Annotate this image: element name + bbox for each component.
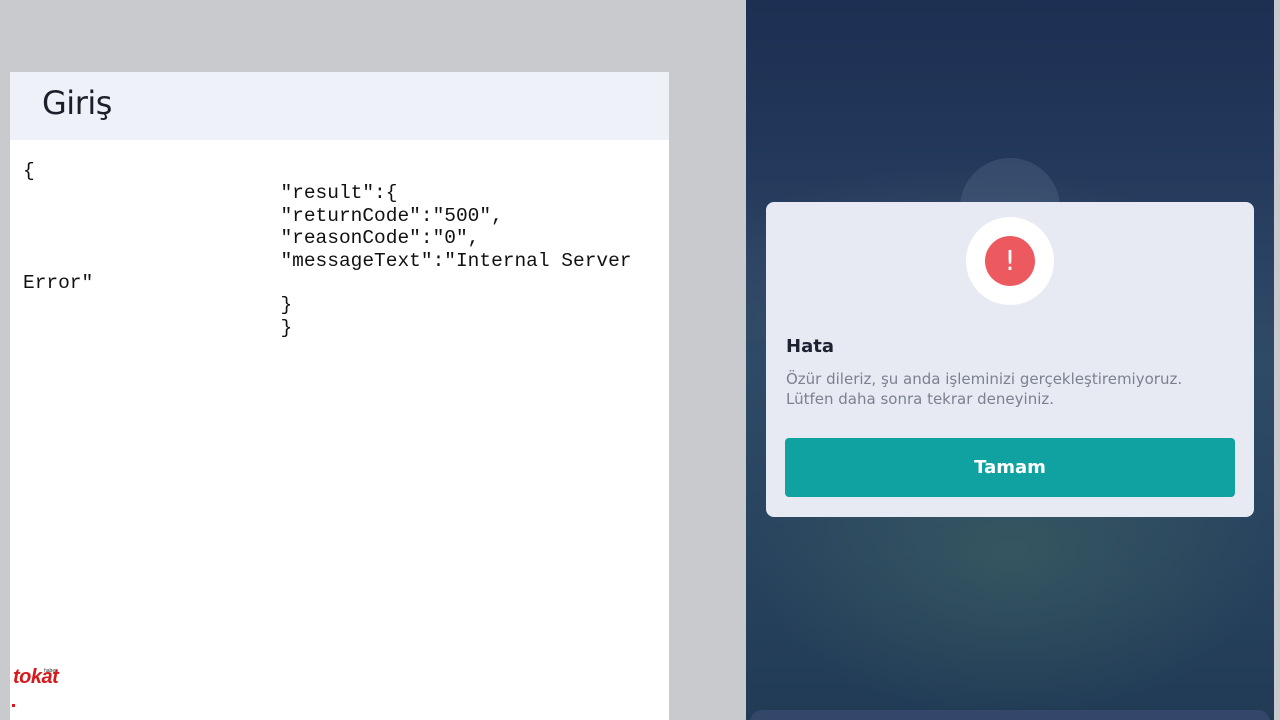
slide-header: Giriş <box>10 72 669 140</box>
code-line: Error" <box>23 272 94 295</box>
dialog-message: Özür dileriz, şu anda işleminizi gerçekl… <box>786 369 1236 409</box>
error-dialog: ! Hata Özür dileriz, şu anda işleminizi … <box>766 202 1254 517</box>
dialog-message-line: Lütfen daha sonra tekrar deneyiniz. <box>786 390 1055 408</box>
slide-title: Giriş <box>42 84 112 122</box>
code-line: } <box>23 316 293 339</box>
code-line: "result":{ <box>23 182 398 205</box>
dialog-title: Hata <box>786 336 834 357</box>
exclamation-icon: ! <box>985 236 1035 286</box>
dialog-message-line: Özür dileriz, şu anda işleminizi gerçekl… <box>786 370 1183 388</box>
code-line: "reasonCode":"0", <box>23 227 480 250</box>
icon-circle: ! <box>966 217 1054 305</box>
code-line: } <box>23 294 293 317</box>
tokat-logo-subtext: haber <box>44 668 57 674</box>
page-margin <box>1274 0 1280 720</box>
ok-button[interactable]: Tamam <box>785 438 1235 497</box>
code-line: { <box>23 160 35 182</box>
bottom-card-edge <box>750 710 1270 720</box>
logo-dot <box>12 704 15 707</box>
code-line: "returnCode":"500", <box>23 204 503 227</box>
presentation-slide: Giriş { "result":{ "returnCode":"500", "… <box>10 72 669 720</box>
code-line: "messageText":"Internal Server <box>23 249 632 272</box>
json-error-code: { "result":{ "returnCode":"500", "reason… <box>23 160 632 339</box>
